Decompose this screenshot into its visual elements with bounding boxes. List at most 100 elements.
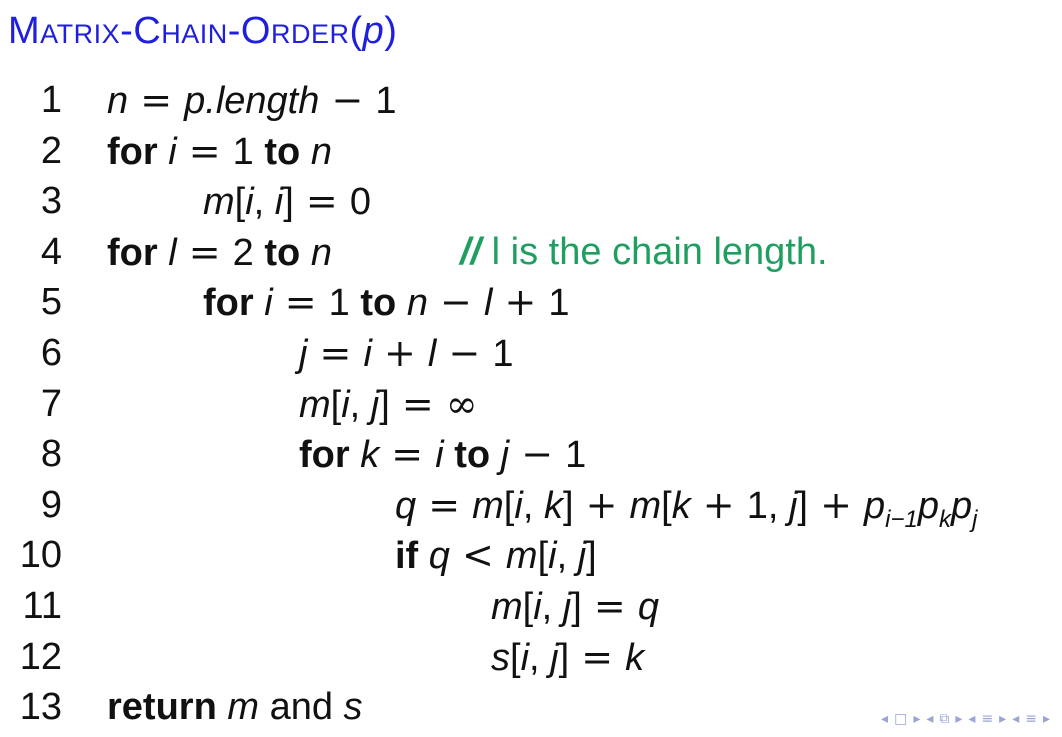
nav-prev-icon[interactable]: ◂ [881,711,890,727]
symbol: 0 [349,181,371,224]
symbol: + [492,280,549,325]
symbol: − [319,78,376,122]
variable: i [168,130,177,173]
variable: n [310,130,332,173]
symbol: and [259,686,344,729]
line-number: 3 [40,180,62,223]
symbol: ] [562,484,574,527]
line-number: 13 [19,686,62,729]
nav-prev-icon[interactable]: ◂ [926,711,935,727]
symbol: , [349,383,371,426]
subsection-icon[interactable]: ⧉ [939,711,951,727]
symbol: = [176,128,233,173]
symbol: ] [586,535,597,578]
symbol: ] [379,383,390,426]
symbol: ] [571,586,582,628]
symbol: 1, [746,484,789,527]
variable: p [917,484,939,527]
symbol: − [509,432,566,477]
section-icon[interactable]: ≡ [981,711,995,727]
comment-text: l is the chain length. [481,230,828,273]
symbol: = [293,179,350,224]
variable: i [520,636,530,679]
symbol: 1 [232,130,265,173]
variable: m [505,535,538,578]
symbol: = [416,482,473,527]
code-statement: j = i + l − 1 [299,328,514,379]
keyword: if [395,535,429,578]
code-statement: s[i, j] = k [491,632,644,683]
frame-icon[interactable]: □ [894,711,909,727]
symbol: = [389,381,446,426]
symbol: < [449,533,506,578]
line-number: 6 [40,332,62,374]
symbol: ] [558,636,570,679]
variable: p [950,484,973,527]
line-number: 1 [40,79,62,121]
symbol: = [307,331,364,375]
variable: m [227,686,260,729]
line-number: 2 [40,129,62,172]
symbol: = [379,432,436,477]
variable: i [363,333,372,375]
outline-icon[interactable]: ≡ [1025,711,1039,727]
subscript: j [972,505,978,533]
subscript: i−1 [885,505,918,533]
symbol: + [371,331,428,375]
line-number: 5 [40,281,62,324]
variable: m [299,383,331,426]
variable: j [500,434,510,477]
line-number: 11 [22,585,62,627]
symbol: = [569,634,626,679]
symbol: , [556,535,578,578]
keyword: to [264,130,311,173]
symbol: , [529,636,551,679]
nav-prev-icon[interactable]: ◂ [1012,711,1021,727]
nav-next-icon[interactable]: ▸ [1043,711,1052,727]
code-statement: for k = i to j − 1 [299,429,586,480]
symbol: ] [283,181,294,224]
symbol: [ [537,535,549,578]
algorithm-title: Matrix-Chain-Order(p) [8,10,397,53]
keyword: to [264,231,311,274]
nav-next-icon[interactable]: ▸ [955,711,964,727]
variable: j [550,636,559,679]
code-statement: m[i, j] = q [491,581,659,632]
keyword: return [107,686,228,729]
variable: q [428,535,450,578]
nav-next-icon[interactable]: ▸ [999,711,1008,727]
symbol: , [522,484,544,527]
variable: s [343,686,363,729]
symbol: 2 [232,231,265,274]
keyword: for [203,282,265,325]
symbol: − [436,331,493,375]
symbol: [ [510,636,521,679]
variable: s [491,636,510,679]
variable: i [245,181,254,224]
keyword: for [299,434,361,477]
symbol: + [807,482,864,527]
keyword: to [360,282,407,325]
symbol: , [541,586,563,628]
nav-next-icon[interactable]: ▸ [913,711,922,727]
variable: n [310,231,332,274]
subscript: k [938,505,951,533]
nav-prev-icon[interactable]: ◂ [968,711,977,727]
variable: j [370,383,380,426]
symbol: [ [661,484,672,527]
variable: i [274,181,284,224]
variable: l [168,231,177,274]
algorithm-argument: p [362,10,385,52]
title-open-paren: ( [349,10,363,52]
variable: k [625,636,645,679]
code-statement: for i = 1 to n − l + 1 [203,277,570,328]
variable: i [533,586,542,628]
code-statement: m[i, i] = 0 [203,176,371,227]
symbol: = [176,229,233,274]
code-statement: for l = 2 to n [107,227,332,278]
symbol: 1 [492,333,514,375]
variable: j [562,586,572,628]
comment-marker: // [460,230,482,273]
title-close-paren: ) [384,10,398,52]
symbol: 1 [565,434,587,477]
